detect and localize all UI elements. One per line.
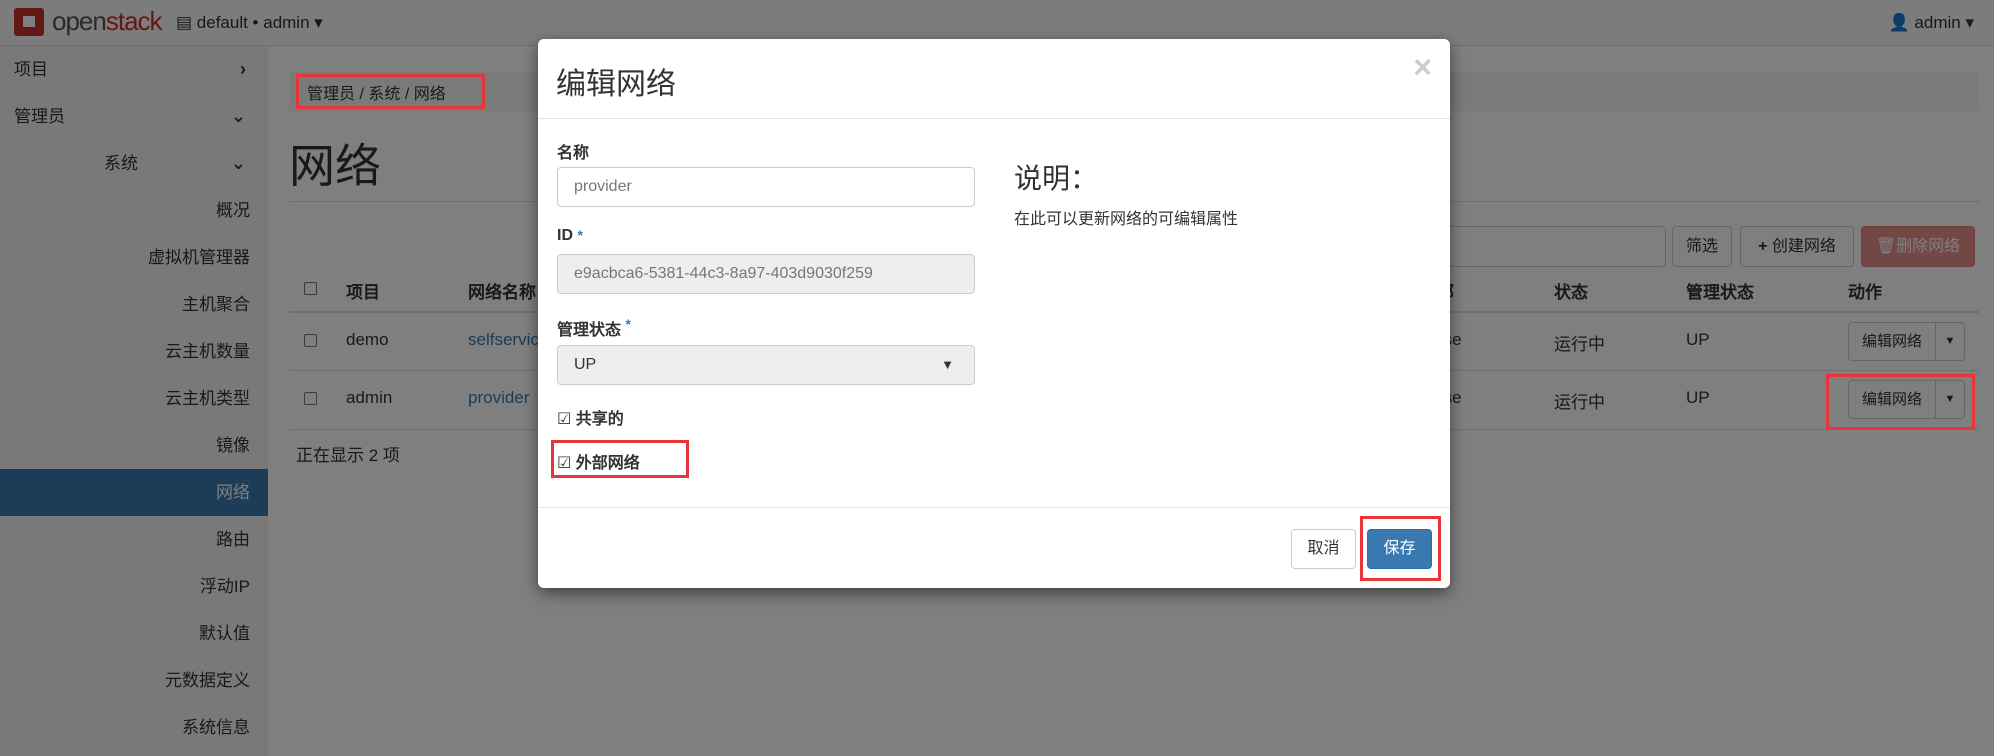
- highlight-box: [551, 440, 689, 478]
- highlight-box: [1360, 516, 1441, 581]
- highlight-box: [1826, 374, 1975, 430]
- divider: [538, 118, 1450, 119]
- name-label: 名称: [557, 145, 590, 162]
- highlight-box: [296, 74, 485, 109]
- description-title: 说明：: [1014, 163, 1099, 194]
- id-label: ID *: [557, 227, 583, 244]
- close-icon[interactable]: ×: [1413, 49, 1432, 86]
- divider: [538, 507, 1450, 508]
- description-text: 在此可以更新网络的可编辑属性: [1014, 211, 1239, 228]
- shared-checkbox[interactable]: ☑ 共享的: [557, 405, 624, 429]
- edit-network-modal: 编辑网络 × 名称 provider ID * e9acbca6-5381-44…: [538, 39, 1450, 588]
- modal-title: 编辑网络: [556, 68, 676, 101]
- caret-down-icon: ▼: [941, 357, 954, 372]
- admin-state-label: 管理状态 *: [557, 316, 631, 339]
- admin-state-select[interactable]: UP ▼: [557, 345, 975, 385]
- id-input: e9acbca6-5381-44c3-8a97-403d9030f259: [557, 254, 975, 294]
- checkbox-checked-icon: ☑: [557, 411, 572, 428]
- cancel-button[interactable]: 取消: [1291, 529, 1356, 569]
- name-input[interactable]: provider: [557, 167, 975, 207]
